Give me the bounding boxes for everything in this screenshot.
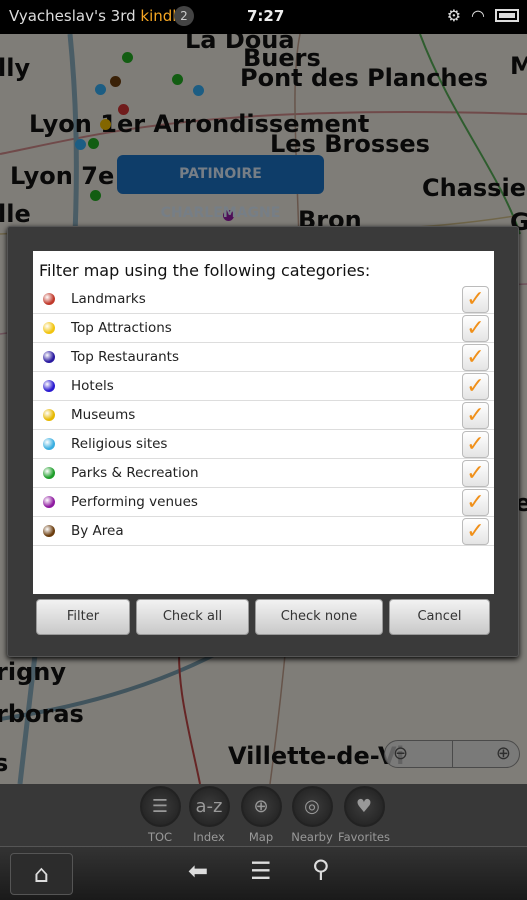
filter-button[interactable]: Filter — [36, 599, 130, 635]
hotels-checkbox[interactable]: ✓ — [462, 373, 489, 400]
check-all-button[interactable]: Check all — [136, 599, 249, 635]
category-row[interactable]: Landmarks ✓ — [33, 285, 494, 314]
check-none-button[interactable]: Check none — [255, 599, 383, 635]
performing-venues-checkbox[interactable]: ✓ — [462, 489, 489, 516]
toolbar-map-button[interactable]: ⊕ Map — [235, 784, 287, 844]
home-button[interactable]: ⌂ — [10, 853, 73, 895]
settings-icon[interactable]: ⚙ — [447, 6, 461, 25]
religious-sites-checkbox[interactable]: ✓ — [462, 431, 489, 458]
back-icon[interactable]: ⬅ — [188, 857, 208, 885]
category-label: Hotels — [71, 378, 114, 394]
museums-checkbox[interactable]: ✓ — [462, 402, 489, 429]
nearby-icon: ◎ — [291, 786, 333, 827]
top-restaurants-checkbox[interactable]: ✓ — [462, 344, 489, 371]
category-row[interactable]: Museums ✓ — [33, 401, 494, 430]
dialog-title: Filter map using the following categorie… — [39, 261, 371, 280]
by-area-icon — [43, 525, 55, 537]
toolbar-label: TOC — [147, 830, 173, 844]
toolbar-favorites-button[interactable]: ♥ Favorites — [338, 784, 390, 844]
top-attractions-icon — [43, 322, 55, 334]
toolbar-toc-button[interactable]: ☰ TOC — [134, 784, 186, 844]
parks-recreation-checkbox[interactable]: ✓ — [462, 460, 489, 487]
system-nav-bar: ⌂ ⬅ ☰ ⚲ — [0, 846, 527, 900]
category-row[interactable]: By Area ✓ — [33, 517, 494, 546]
category-label: By Area — [71, 523, 124, 539]
category-label: Landmarks — [71, 291, 146, 307]
museums-icon — [43, 409, 55, 421]
search-icon[interactable]: ⚲ — [312, 855, 330, 883]
category-label: Performing venues — [71, 494, 198, 510]
performing-venues-icon — [43, 496, 55, 508]
category-label: Top Attractions — [71, 320, 172, 336]
hotels-icon — [43, 380, 55, 392]
cancel-button[interactable]: Cancel — [389, 599, 490, 635]
device-owner: Vyacheslav's 3rd kindle — [9, 7, 186, 25]
category-row[interactable]: Top Restaurants ✓ — [33, 343, 494, 372]
toolbar-label: Index — [193, 830, 225, 844]
clock: 7:27 — [247, 7, 285, 25]
landmarks-checkbox[interactable]: ✓ — [462, 286, 489, 313]
landmarks-icon — [43, 293, 55, 305]
app-toolbar: ☰ TOC a-z Index ⊕ Map ◎ Nearby ♥ Favorites — [0, 784, 527, 846]
category-row[interactable]: Religious sites ✓ — [33, 430, 494, 459]
battery-icon — [495, 9, 519, 22]
parks-recreation-icon — [43, 467, 55, 479]
toc-icon: ☰ — [139, 786, 181, 827]
notification-badge[interactable]: 2 — [174, 6, 194, 26]
category-row[interactable]: Top Attractions ✓ — [33, 314, 494, 343]
toolbar-label: Favorites — [338, 830, 390, 844]
toolbar-label: Nearby — [291, 830, 333, 844]
category-label: Museums — [71, 407, 136, 423]
map-icon: ⊕ — [240, 786, 282, 827]
favorites-icon: ♥ — [343, 786, 385, 827]
menu-icon[interactable]: ☰ — [250, 857, 272, 885]
top-attractions-checkbox[interactable]: ✓ — [462, 315, 489, 342]
toolbar-index-button[interactable]: a-z Index — [183, 784, 235, 844]
category-list: Filter map using the following categorie… — [33, 251, 494, 594]
wifi-icon: ◠ — [471, 6, 485, 25]
category-label: Parks & Recreation — [71, 465, 199, 481]
home-icon: ⌂ — [33, 860, 50, 888]
filter-dialog: Filter map using the following categorie… — [7, 226, 519, 657]
toolbar-label: Map — [248, 830, 274, 844]
category-label: Religious sites — [71, 436, 168, 452]
status-bar: Vyacheslav's 3rd kindle 2 7:27 ⚙ ◠ — [0, 0, 527, 34]
category-row[interactable]: Parks & Recreation ✓ — [33, 459, 494, 488]
category-label: Top Restaurants — [71, 349, 180, 365]
religious-sites-icon — [43, 438, 55, 450]
by-area-checkbox[interactable]: ✓ — [462, 518, 489, 545]
category-row[interactable]: Performing venues ✓ — [33, 488, 494, 517]
category-row[interactable]: Hotels ✓ — [33, 372, 494, 401]
index-icon: a-z — [188, 786, 230, 827]
top-restaurants-icon — [43, 351, 55, 363]
toolbar-nearby-button[interactable]: ◎ Nearby — [286, 784, 338, 844]
